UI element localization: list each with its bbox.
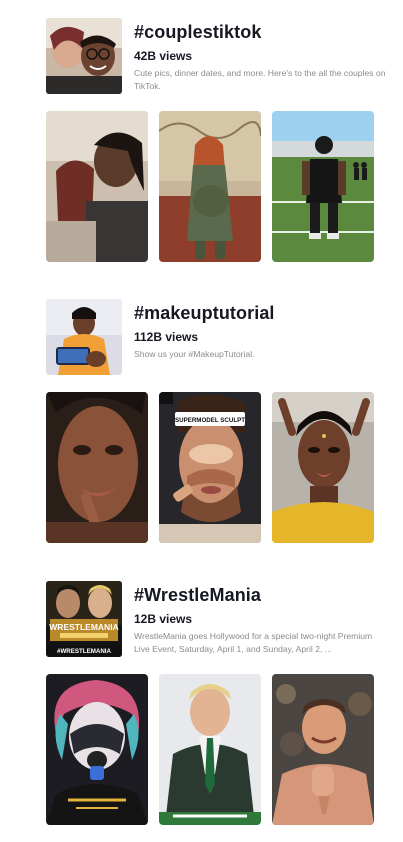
- couple-leaning-image: [46, 111, 148, 262]
- video-card[interactable]: [46, 674, 148, 825]
- video-card[interactable]: [272, 392, 374, 543]
- hashtag-header[interactable]: WRESTLEMANIA #WRESTLEMANIA #WrestleMania…: [46, 581, 386, 657]
- hashtag-description: WrestleMania goes Hollywood for a specia…: [134, 631, 373, 654]
- makeup-creator-image: [46, 299, 122, 375]
- video-card[interactable]: [159, 674, 261, 825]
- hashtag-description: Show us your #MakeupTutorial.: [134, 349, 255, 359]
- video-grid: [46, 111, 374, 262]
- video-caption: SUPERMODEL SCULPT: [175, 417, 245, 424]
- contour-sculpt-image: SUPERMODEL SCULPT: [159, 392, 261, 543]
- hashtag-header[interactable]: #couplestiktok 42B views Cute pics, dinn…: [46, 18, 386, 94]
- video-card[interactable]: [46, 392, 148, 543]
- glam-portrait-image: [272, 392, 374, 543]
- video-grid: SUPERMODEL SCULPT: [46, 392, 374, 543]
- poster-hashtag: #WRESTLEMANIA: [57, 648, 112, 655]
- face-paint-wrestler-image: [46, 674, 148, 825]
- hashtag-header[interactable]: #makeuptutorial 112B views Show us your …: [46, 299, 386, 375]
- wrestlemania-poster-image: WRESTLEMANIA #WRESTLEMANIA: [46, 581, 122, 657]
- video-card[interactable]: [272, 674, 374, 825]
- suited-wrestler-image: [159, 674, 261, 825]
- video-card[interactable]: [272, 111, 374, 262]
- couple-selfie-image: [46, 18, 122, 94]
- video-card[interactable]: SUPERMODEL SCULPT: [159, 392, 261, 543]
- view-count: 12B views: [134, 612, 193, 626]
- poster-title: WRESTLEMANIA: [49, 622, 118, 632]
- hashtag-section-wrestlemania: WRESTLEMANIA #WRESTLEMANIA #WrestleMania…: [0, 581, 403, 831]
- video-card[interactable]: [159, 111, 261, 262]
- hashtag-section-couplestiktok: #couplestiktok 42B views Cute pics, dinn…: [0, 18, 403, 268]
- football-player-image: [272, 111, 374, 262]
- hashtag-title[interactable]: #WrestleMania: [134, 583, 386, 607]
- video-grid: [46, 674, 374, 825]
- shirtless-wrestler-image: [272, 674, 374, 825]
- hashtag-title[interactable]: #couplestiktok: [134, 20, 386, 44]
- view-count: 42B views: [134, 49, 193, 63]
- view-count: 112B views: [134, 330, 199, 344]
- hashtag-section-makeuptutorial: #makeuptutorial 112B views Show us your …: [0, 299, 403, 549]
- hashtag-thumbnail[interactable]: [46, 18, 122, 94]
- pregnant-woman-image: [159, 111, 261, 262]
- hashtag-thumbnail[interactable]: WRESTLEMANIA #WRESTLEMANIA: [46, 581, 122, 657]
- hashtag-description: Cute pics, dinner dates, and more. Here'…: [134, 68, 386, 91]
- hashtag-title[interactable]: #makeuptutorial: [134, 301, 386, 325]
- hashtag-thumbnail[interactable]: [46, 299, 122, 375]
- video-card[interactable]: [46, 111, 148, 262]
- lip-application-image: [46, 392, 148, 543]
